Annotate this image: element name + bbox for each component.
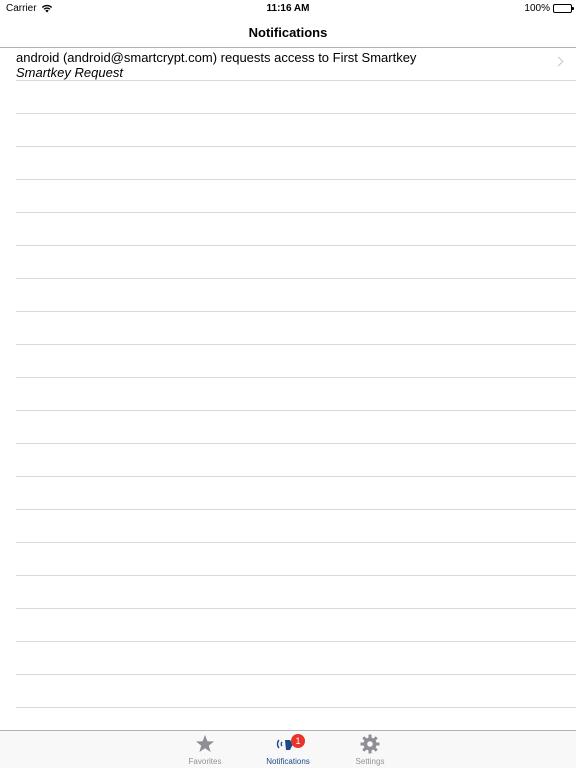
notification-title: android (android@smartcrypt.com) request… (16, 50, 417, 65)
empty-row (16, 279, 576, 312)
empty-row (16, 147, 576, 180)
status-right: 100% (524, 3, 574, 14)
empty-row (16, 246, 576, 279)
gear-icon (360, 734, 380, 759)
empty-row (16, 675, 576, 708)
star-icon (195, 734, 215, 759)
empty-row (16, 345, 576, 378)
empty-row (16, 444, 576, 477)
empty-row (16, 81, 576, 114)
tab-label: Favorites (188, 757, 222, 766)
notification-badge: 1 (291, 734, 305, 748)
chevron-right-icon (553, 56, 564, 67)
tab-notifications[interactable]: 1 Notifications (253, 731, 323, 768)
empty-row (16, 378, 576, 411)
tab-label: Notifications (266, 757, 310, 766)
empty-row (16, 114, 576, 147)
notifications-table[interactable]: android (android@smartcrypt.com) request… (0, 48, 576, 730)
empty-row (16, 411, 576, 444)
status-bar: Carrier 11:16 AM 100% (0, 0, 576, 17)
notification-row[interactable]: android (android@smartcrypt.com) request… (16, 48, 576, 81)
navigation-bar: Notifications (0, 17, 576, 48)
empty-row (16, 543, 576, 576)
notification-subtitle: Smartkey Request (16, 65, 123, 80)
empty-row (16, 477, 576, 510)
empty-row (16, 609, 576, 642)
tab-favorites[interactable]: Favorites (170, 731, 240, 768)
empty-row (16, 708, 576, 730)
empty-row (16, 642, 576, 675)
tab-label: Settings (355, 757, 385, 766)
empty-row (16, 312, 576, 345)
battery-percent: 100% (524, 3, 550, 14)
empty-row (16, 576, 576, 609)
battery-icon (553, 4, 574, 13)
tab-bar: Favorites 1 Notifications Settings (0, 730, 576, 768)
page-title: Notifications (248, 25, 328, 40)
empty-row (16, 180, 576, 213)
empty-row (16, 213, 576, 246)
tab-settings[interactable]: Settings (335, 731, 405, 768)
status-time: 11:16 AM (266, 3, 310, 14)
empty-row (16, 510, 576, 543)
